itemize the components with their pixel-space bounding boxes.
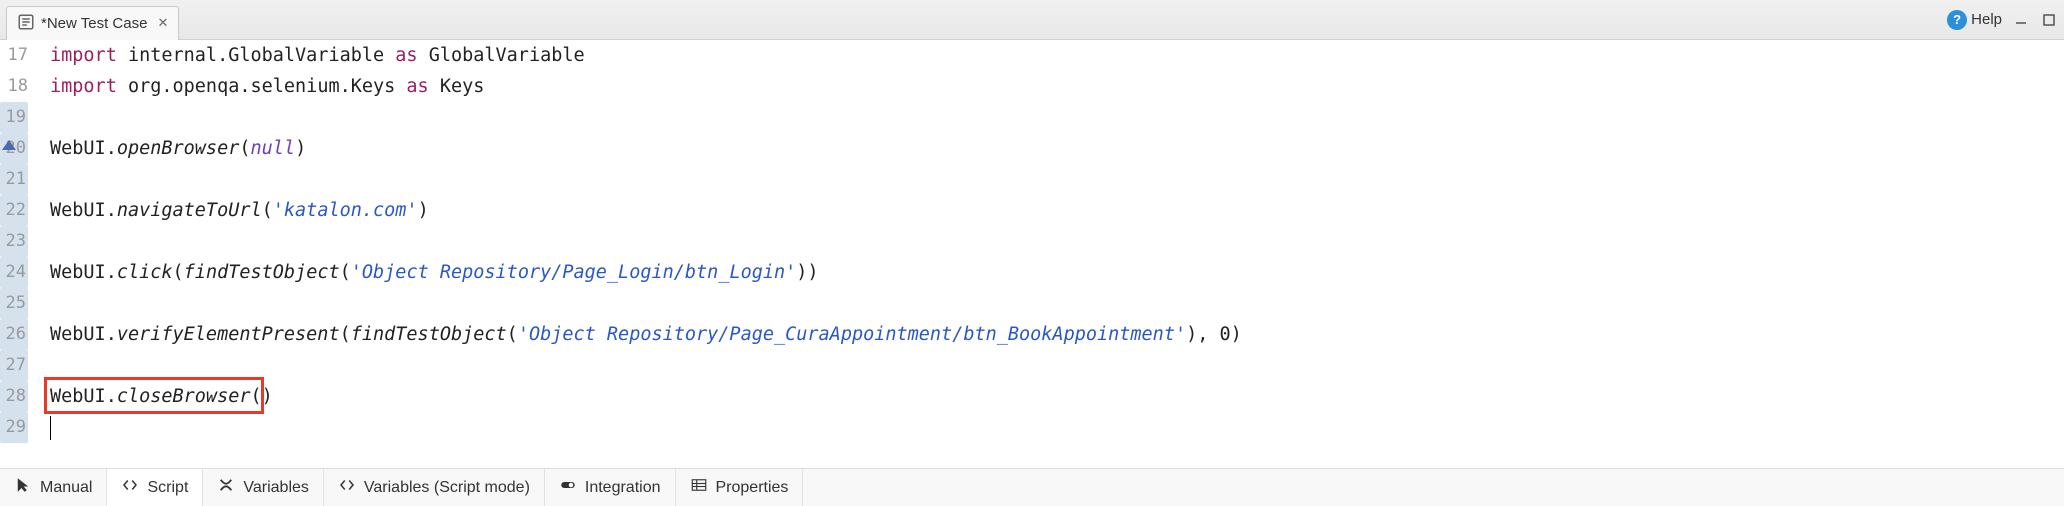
editor-tab[interactable]: *New Test Case ✕ bbox=[6, 6, 179, 40]
close-icon[interactable]: ✕ bbox=[153, 15, 168, 31]
line-number: 27 bbox=[0, 350, 34, 381]
grid-icon bbox=[690, 476, 708, 499]
line-number-gutter: 17181920212223242526272829 bbox=[0, 40, 36, 468]
tab-label: Properties bbox=[716, 479, 789, 497]
breakpoint-icon bbox=[2, 140, 16, 150]
line-number: 18 bbox=[0, 71, 34, 102]
cursor-icon bbox=[14, 476, 32, 499]
code-icon bbox=[338, 476, 356, 499]
tab-variables[interactable]: Variables bbox=[203, 469, 324, 506]
bottom-tab-bar: Manual Script Variables Variables (Script m… bbox=[0, 468, 2064, 506]
editor-tab-label: *New Test Case bbox=[41, 15, 147, 32]
code-line[interactable]: import internal.GlobalVariable as Global… bbox=[50, 40, 2064, 71]
tab-label: Integration bbox=[585, 479, 661, 497]
tab-variables-script[interactable]: Variables (Script mode) bbox=[324, 469, 545, 506]
code-line[interactable] bbox=[50, 350, 2064, 381]
tab-label: Script bbox=[147, 479, 188, 497]
line-number: 19 bbox=[0, 102, 34, 133]
line-number: 24 bbox=[0, 257, 34, 288]
line-number: 20 bbox=[0, 133, 34, 164]
tab-manual[interactable]: Manual bbox=[0, 469, 107, 506]
tab-properties[interactable]: Properties bbox=[676, 469, 804, 506]
toggle-icon bbox=[559, 476, 577, 499]
code-editor[interactable]: 17181920212223242526272829 import intern… bbox=[0, 40, 2064, 468]
code-line[interactable]: WebUI.navigateToUrl('katalon.com') bbox=[50, 195, 2064, 226]
code-area[interactable]: import internal.GlobalVariable as Global… bbox=[36, 40, 2064, 468]
x-icon bbox=[217, 476, 235, 499]
code-line[interactable] bbox=[50, 164, 2064, 195]
code-line[interactable]: WebUI.openBrowser(null) bbox=[50, 133, 2064, 164]
minimize-button[interactable] bbox=[2012, 11, 2030, 29]
line-number: 22 bbox=[0, 195, 34, 226]
code-line[interactable] bbox=[50, 288, 2064, 319]
tab-script[interactable]: Script bbox=[107, 469, 203, 506]
test-case-icon bbox=[17, 13, 35, 34]
code-line[interactable] bbox=[50, 412, 2064, 443]
editor-tab-bar: *New Test Case ✕ ? Help bbox=[0, 0, 2064, 40]
line-number: 17 bbox=[0, 40, 34, 71]
line-number: 23 bbox=[0, 226, 34, 257]
code-line[interactable]: import org.openqa.selenium.Keys as Keys bbox=[50, 71, 2064, 102]
code-icon bbox=[121, 476, 139, 499]
line-number: 26 bbox=[0, 319, 34, 350]
tab-label: Variables (Script mode) bbox=[364, 479, 530, 497]
tab-integration[interactable]: Integration bbox=[545, 469, 676, 506]
help-icon: ? bbox=[1947, 10, 1967, 30]
code-line[interactable]: WebUI.verifyElementPresent(findTestObjec… bbox=[50, 319, 2064, 350]
text-cursor bbox=[50, 416, 51, 440]
code-line[interactable]: WebUI.closeBrowser() bbox=[50, 381, 2064, 412]
line-number: 28 bbox=[0, 381, 34, 412]
help-label: Help bbox=[1971, 11, 2002, 28]
line-number: 21 bbox=[0, 164, 34, 195]
help-link[interactable]: ? Help bbox=[1947, 10, 2002, 30]
code-line[interactable]: WebUI.click(findTestObject('Object Repos… bbox=[50, 257, 2064, 288]
tab-label: Variables bbox=[243, 479, 309, 497]
line-number: 29 bbox=[0, 412, 34, 443]
maximize-button[interactable] bbox=[2040, 11, 2058, 29]
line-number: 25 bbox=[0, 288, 34, 319]
tab-label: Manual bbox=[40, 479, 92, 497]
code-line[interactable] bbox=[50, 226, 2064, 257]
code-line[interactable] bbox=[50, 102, 2064, 133]
